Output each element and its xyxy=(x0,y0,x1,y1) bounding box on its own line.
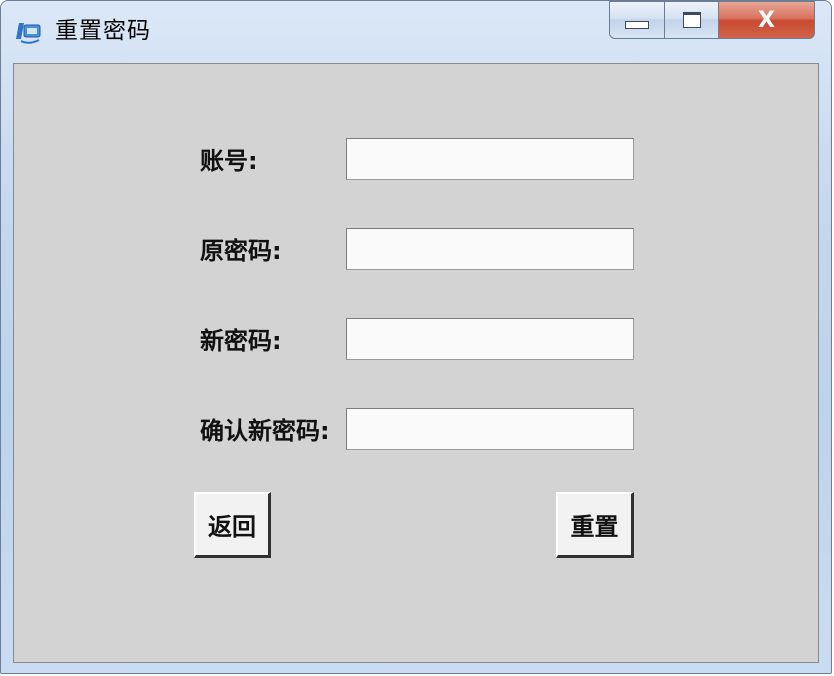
minimize-button[interactable] xyxy=(609,1,665,39)
app-icon xyxy=(15,19,43,45)
title-bar[interactable]: 重置密码 X xyxy=(1,1,831,59)
close-button[interactable]: X xyxy=(719,1,815,39)
old-password-input[interactable] xyxy=(346,228,634,270)
reset-button[interactable]: 重置 xyxy=(556,492,634,558)
maximize-icon xyxy=(682,12,701,28)
reset-password-window: 重置密码 X 账号: 原密码: 新密码: 确认新密码: 返回 重置 xyxy=(0,0,832,674)
caption-buttons: X xyxy=(609,1,815,41)
close-icon: X xyxy=(758,7,775,33)
minimize-icon xyxy=(625,21,649,29)
account-input[interactable] xyxy=(346,138,634,180)
window-title: 重置密码 xyxy=(55,18,151,44)
new-password-input[interactable] xyxy=(346,318,634,360)
old-password-label: 原密码: xyxy=(200,237,282,265)
confirm-password-input[interactable] xyxy=(346,408,634,450)
account-label: 账号: xyxy=(200,147,258,175)
maximize-button[interactable] xyxy=(665,1,719,39)
confirm-password-label: 确认新密码: xyxy=(200,417,330,445)
back-button[interactable]: 返回 xyxy=(194,492,271,558)
new-password-label: 新密码: xyxy=(200,327,282,355)
form-panel: 账号: 原密码: 新密码: 确认新密码: 返回 重置 xyxy=(13,63,819,663)
